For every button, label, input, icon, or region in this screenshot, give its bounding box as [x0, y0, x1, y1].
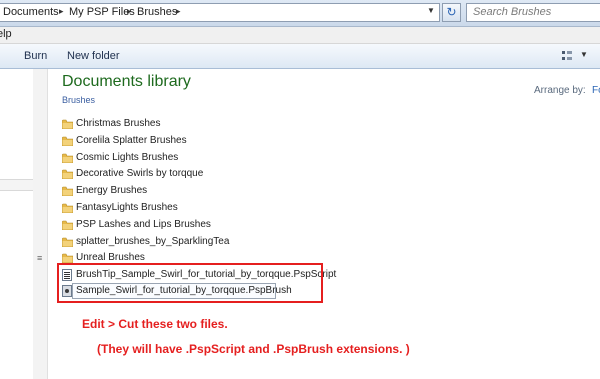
- folder-icon: [62, 136, 73, 146]
- arrange-by-dropdown[interactable]: Fo: [592, 85, 600, 96]
- folder-icon: [62, 119, 73, 129]
- folder-icon: [62, 253, 73, 263]
- annotation-line-2: (They will have .PspScript and .PspBrush…: [97, 342, 410, 356]
- folder-icon: [62, 220, 73, 230]
- folder-icon: [62, 169, 73, 179]
- folder-icon: [62, 153, 73, 163]
- folder-icon: [62, 237, 73, 247]
- refresh-button[interactable]: ↻: [442, 3, 461, 22]
- annotation-line-1: Edit > Cut these two files.: [82, 317, 228, 331]
- new-folder-button[interactable]: New folder: [67, 50, 120, 62]
- view-options-icon[interactable]: [562, 51, 572, 61]
- folder-name: Decorative Swirls by torqque: [76, 168, 204, 179]
- menu-help[interactable]: elp: [0, 28, 12, 40]
- pane-splitter[interactable]: [33, 69, 48, 379]
- folder-name: Christmas Brushes: [76, 118, 161, 129]
- folder-name: PSP Lashes and Lips Brushes: [76, 219, 211, 230]
- chevron-right-icon[interactable]: ▸: [59, 6, 64, 17]
- library-subtitle: Brushes: [62, 95, 96, 105]
- folder-icon: [62, 203, 73, 213]
- burn-button[interactable]: Burn: [24, 50, 47, 62]
- refresh-icon: ↻: [446, 5, 457, 19]
- folder-name: FantasyLights Brushes: [76, 202, 178, 213]
- breadcrumb-my-psp-files[interactable]: My PSP Files: [69, 6, 135, 18]
- command-toolbar: Burn New folder ▼: [0, 44, 600, 69]
- folder-name: Unreal Brushes: [76, 252, 145, 263]
- chevron-right-icon[interactable]: ▸: [176, 6, 181, 17]
- breadcrumb-brushes[interactable]: Brushes: [137, 6, 177, 18]
- address-bar-strip: Documents ▸ My PSP Files ▸ Brushes ▸ ▼ ↻…: [0, 0, 600, 27]
- nav-separator: [0, 179, 33, 191]
- highlight-box: [57, 263, 323, 303]
- chevron-down-icon[interactable]: ▼: [580, 50, 588, 59]
- navigation-pane[interactable]: [0, 69, 34, 379]
- breadcrumb-documents[interactable]: Documents: [3, 6, 59, 18]
- folder-name: splatter_brushes_by_SparklingTea: [76, 236, 230, 247]
- chevron-right-icon[interactable]: ▸: [127, 6, 132, 17]
- splitter-grip-icon[interactable]: ≡: [37, 253, 42, 263]
- menu-bar: elp: [0, 27, 600, 44]
- folder-name: Cosmic Lights Brushes: [76, 152, 179, 163]
- address-bar[interactable]: Documents ▸ My PSP Files ▸ Brushes ▸ ▼: [0, 3, 440, 22]
- chevron-down-icon[interactable]: ▼: [427, 6, 435, 15]
- folder-name: Corelila Splatter Brushes: [76, 135, 187, 146]
- folder-icon: [62, 186, 73, 196]
- search-input[interactable]: Search Brushes: [466, 3, 600, 22]
- arrange-by-label: Arrange by:: [534, 85, 586, 96]
- folder-name: Energy Brushes: [76, 185, 148, 196]
- library-title: Documents library: [62, 73, 191, 90]
- search-placeholder: Search Brushes: [473, 6, 552, 18]
